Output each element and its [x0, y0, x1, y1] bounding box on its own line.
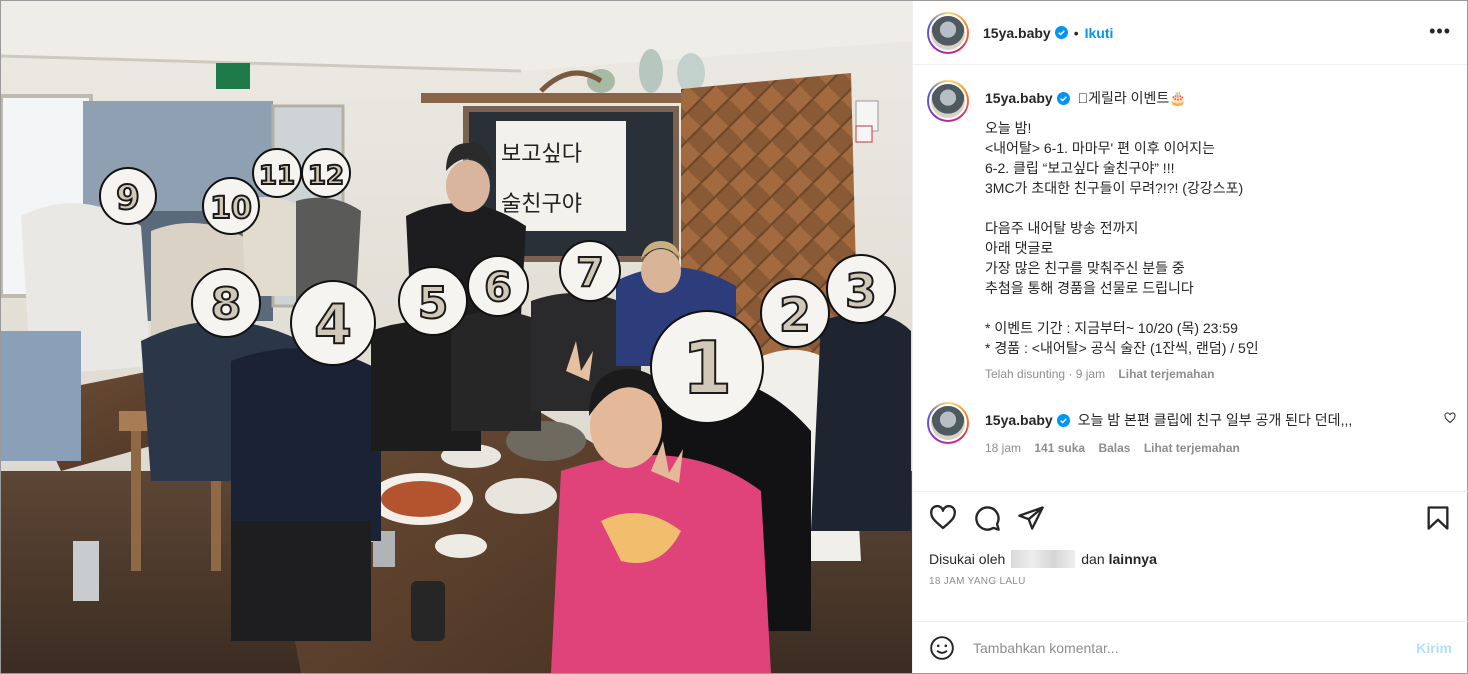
comment-reply-button[interactable]: Balas [1098, 441, 1130, 455]
badge-5: 5 [398, 266, 468, 336]
badge-4: 4 [290, 280, 376, 366]
badge-6: 6 [467, 255, 529, 317]
svg-text:2: 2 [779, 288, 811, 342]
post-timestamp: 18 JAM YANG LALU [929, 576, 1026, 587]
comment-translate-link[interactable]: Lihat terjemahan [1144, 441, 1240, 455]
verified-badge-icon [1054, 26, 1068, 39]
comment-item: 15ya.baby 오늘 밤 본편 클립에 친구 일부 공개 된다 던데,,, … [913, 382, 1468, 456]
svg-text:6: 6 [484, 265, 512, 311]
send-comment-button[interactable]: Kirim [1416, 640, 1452, 656]
liked-by-line: Disukai oleh dan lainnya [929, 550, 1452, 568]
svg-text:10: 10 [210, 191, 252, 226]
svg-text:보고싶다: 보고싶다 [501, 142, 582, 167]
badge-3: 3 [826, 254, 896, 324]
svg-text:3: 3 [845, 264, 877, 318]
emoji-icon[interactable] [929, 635, 955, 661]
svg-text:7: 7 [576, 250, 604, 296]
follow-button[interactable]: Ikuti [1085, 25, 1114, 41]
caption: 15ya.baby  게릴라 이벤트🎂 오늘 밤! <내어탈> 6-1. 마마무… [913, 66, 1468, 382]
save-bookmark-icon[interactable] [1424, 504, 1452, 532]
caption-username[interactable]: 15ya.baby [985, 90, 1053, 106]
svg-text:4: 4 [314, 293, 352, 356]
comment-text: 오늘 밤 본편 클립에 친구 일부 공개 된다 던데,,, [1077, 412, 1353, 428]
svg-text:12: 12 [308, 161, 344, 191]
badge-9: 9 [99, 167, 157, 225]
more-options-icon[interactable]: ••• [1429, 22, 1451, 40]
badge-1: 1 [650, 310, 764, 424]
badge-7: 7 [559, 240, 621, 302]
liked-by-and: dan [1081, 551, 1105, 567]
photo-illustration: 보고싶다 술친구야 9 10 11 12 8 4 5 6 7 1 2 3 [1, 1, 912, 673]
badge-12: 12 [301, 148, 351, 198]
avatar[interactable] [927, 11, 969, 54]
post-side-panel: 15ya.baby • Ikuti ••• 15ya.baby  게릴라 이벤트… [912, 1, 1468, 673]
add-comment-bar: Kirim [913, 621, 1468, 673]
comment-bubble-icon[interactable] [973, 504, 1001, 532]
comment-likes[interactable]: 141 suka [1034, 441, 1085, 455]
liked-by-others-link[interactable]: lainnya [1109, 550, 1157, 568]
comment-time: 18 jam [985, 441, 1022, 455]
caption-edited: Telah disunting · 9 jam [985, 367, 1106, 381]
like-heart-icon[interactable] [929, 504, 957, 532]
badge-11: 11 [252, 148, 302, 198]
badge-8: 8 [191, 268, 261, 338]
svg-text:1: 1 [682, 326, 732, 410]
svg-text:술친구야: 술친구야 [501, 192, 582, 217]
post-actions: Disukai oleh dan lainnya 18 JAM YANG LAL… [913, 491, 1468, 613]
post-photo[interactable]: 보고싶다 술친구야 9 10 11 12 8 4 5 6 7 1 2 3 [1, 1, 912, 673]
badge-10: 10 [202, 177, 260, 235]
comment-username[interactable]: 15ya.baby [985, 412, 1053, 428]
verified-badge-icon [1056, 414, 1070, 427]
svg-text:8: 8 [211, 279, 242, 330]
comments-section[interactable]: 15ya.baby  게릴라 이벤트🎂 오늘 밤! <내어탈> 6-1. 마마무… [913, 66, 1468, 491]
header-username[interactable]: 15ya.baby [983, 25, 1051, 41]
svg-text:5: 5 [418, 278, 449, 329]
svg-text:11: 11 [259, 161, 295, 191]
share-send-icon[interactable] [1017, 504, 1045, 532]
caption-first-line:  게릴라 이벤트🎂 [1077, 90, 1187, 106]
comment-like-heart-icon[interactable] [1444, 412, 1456, 424]
post-header: 15ya.baby • Ikuti ••• [913, 1, 1467, 65]
comment-input[interactable] [973, 639, 1417, 656]
svg-text:9: 9 [116, 178, 140, 218]
caption-text: 오늘 밤! <내어탈> 6-1. 마마무' 편 이후 이어지는 6-2. 클립 … [985, 120, 1259, 356]
verified-badge-icon [1056, 92, 1070, 105]
liked-by-user-blurred[interactable] [1011, 550, 1076, 568]
comment-avatar[interactable] [927, 402, 969, 444]
liked-by-prefix: Disukai oleh [929, 551, 1006, 567]
caption-avatar[interactable] [927, 80, 969, 122]
caption-translate-link[interactable]: Lihat terjemahan [1118, 367, 1214, 381]
header-separator: • [1073, 24, 1079, 41]
badge-2: 2 [760, 278, 830, 348]
